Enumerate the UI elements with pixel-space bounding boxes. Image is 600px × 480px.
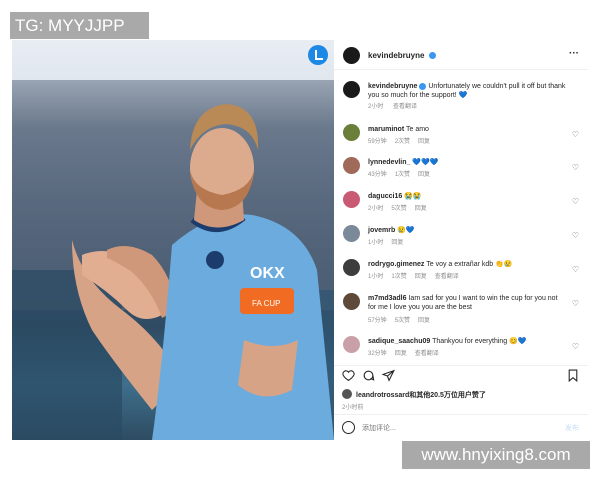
- share-icon[interactable]: [382, 369, 395, 382]
- comment-time: 2小时: [368, 206, 384, 212]
- comment-likes[interactable]: 5次赞: [391, 206, 406, 212]
- jersey-sponsor-text: OKX: [250, 265, 285, 282]
- heart-icon[interactable]: ♡: [572, 163, 579, 172]
- comment-text: Thankyou for everything 😊💙: [432, 338, 527, 345]
- comment-item: rodrygo.gimenez Te voy a extrañar kdb 👏😢…: [334, 257, 588, 287]
- post-photo[interactable]: FA CUP OKX: [12, 40, 334, 440]
- post-panel: kevindebruyne ··· kevindebruyne Unfortun…: [334, 40, 588, 440]
- comment-likes[interactable]: 1次赞: [391, 274, 406, 280]
- caption-translate[interactable]: 查看翻译: [393, 104, 417, 110]
- post-comment-button[interactable]: 发布: [565, 423, 579, 433]
- comment-username[interactable]: lynnedevlin_: [368, 159, 410, 166]
- comment-username[interactable]: sadique_saachu09: [368, 338, 430, 345]
- comment-time: 1小时: [368, 274, 384, 280]
- translate-link[interactable]: 查看翻译: [415, 351, 439, 357]
- header-username[interactable]: kevindebruyne: [368, 51, 424, 60]
- comment-time: 1小时: [368, 240, 384, 246]
- avatar[interactable]: [343, 191, 360, 208]
- avatar: [342, 389, 352, 399]
- comment-time: 59分钟: [368, 139, 387, 145]
- comment-text: Te voy a extrañar kdb 👏😢: [426, 261, 513, 268]
- divider: [334, 414, 588, 415]
- bookmark-icon[interactable]: [567, 369, 579, 382]
- comment-time: 57分钟: [368, 318, 387, 324]
- comment-time: 32分钟: [368, 351, 387, 357]
- verified-icon: [428, 52, 436, 60]
- avatar[interactable]: [343, 47, 360, 64]
- comment-likes[interactable]: 2次赞: [395, 139, 410, 145]
- armband-badge-text: FA CUP: [252, 299, 280, 308]
- avatar[interactable]: [343, 259, 360, 276]
- caption-username[interactable]: kevindebruyne: [368, 83, 417, 90]
- comment-username[interactable]: jovemrb: [368, 227, 395, 234]
- comment-item: dagucci16 😭😭 2小时 5次赞 回复 ♡: [334, 189, 588, 219]
- comment-username[interactable]: m7md3adl6: [368, 295, 407, 302]
- reply-button[interactable]: 回复: [418, 139, 430, 145]
- comment-icon[interactable]: [362, 369, 375, 382]
- reply-button[interactable]: 回复: [415, 274, 427, 280]
- avatar[interactable]: [343, 81, 360, 98]
- watermark-bottom: www.hnyixing8.com: [402, 441, 590, 469]
- comment-username[interactable]: maruminot: [368, 126, 404, 133]
- caption-time: 2小时: [368, 104, 384, 110]
- more-icon[interactable]: ···: [569, 48, 579, 59]
- comment-text: Te amo: [406, 126, 429, 133]
- heart-icon[interactable]: ♡: [572, 197, 579, 206]
- translate-link[interactable]: 查看翻译: [435, 274, 459, 280]
- player-photo-illustration: FA CUP OKX: [12, 80, 334, 440]
- avatar[interactable]: [343, 124, 360, 141]
- comment-item: sadique_saachu09 Thankyou for everything…: [334, 334, 588, 364]
- comment-text: 😭😭: [404, 193, 422, 200]
- avatar[interactable]: [343, 225, 360, 242]
- post-header: kevindebruyne ···: [334, 46, 588, 66]
- action-bar: [334, 368, 588, 384]
- reply-button[interactable]: 回复: [418, 318, 430, 324]
- comment-text: 😢💙: [397, 227, 415, 234]
- comment-username[interactable]: dagucci16: [368, 193, 402, 200]
- reply-button[interactable]: 回复: [418, 172, 430, 178]
- divider: [334, 365, 588, 366]
- comment-input[interactable]: [360, 420, 544, 436]
- caption: kevindebruyne Unfortunately we couldn't …: [334, 78, 588, 118]
- comment-item: maruminot Te amo 59分钟 2次赞 回复 ♡: [334, 122, 588, 152]
- heart-icon[interactable]: ♡: [572, 231, 579, 240]
- comment-item: jovemrb 😢💙 1小时 回复 ♡: [334, 223, 588, 253]
- likes-summary[interactable]: leandrotrossard和其他20.5万位用户赞了: [356, 390, 486, 400]
- heart-icon[interactable]: ♡: [572, 265, 579, 274]
- watermark-top: TG: MYYJJPP: [10, 12, 149, 39]
- comment-box: 发布: [334, 420, 588, 438]
- heart-icon[interactable]: ♡: [572, 130, 579, 139]
- comment-likes[interactable]: 5次赞: [395, 318, 410, 324]
- emoji-icon[interactable]: [342, 421, 355, 434]
- comment-likes[interactable]: 1次赞: [395, 172, 410, 178]
- download-icon[interactable]: [308, 45, 328, 65]
- avatar[interactable]: [343, 157, 360, 174]
- avatar[interactable]: [343, 336, 360, 353]
- comment-text: 💙💙💙: [412, 159, 439, 166]
- verified-icon: [419, 82, 427, 90]
- reply-button[interactable]: 回复: [415, 206, 427, 212]
- heart-icon[interactable]: ♡: [572, 342, 579, 351]
- avatar[interactable]: [343, 293, 360, 310]
- heart-icon[interactable]: ♡: [572, 299, 579, 308]
- comment-time: 43分钟: [368, 172, 387, 178]
- post-time: 2小时前: [342, 405, 364, 411]
- comment-item: lynnedevlin_ 💙💙💙 43分钟 1次赞 回复 ♡: [334, 155, 588, 185]
- likes-row: leandrotrossard和其他20.5万位用户赞了: [334, 388, 588, 400]
- comment-item: m7md3adl6 Iam sad for you I want to win …: [334, 291, 588, 327]
- comment-username[interactable]: rodrygo.gimenez: [368, 261, 424, 268]
- reply-button[interactable]: 回复: [395, 351, 407, 357]
- heart-icon[interactable]: [342, 369, 355, 382]
- divider: [334, 69, 588, 70]
- reply-button[interactable]: 回复: [391, 240, 403, 246]
